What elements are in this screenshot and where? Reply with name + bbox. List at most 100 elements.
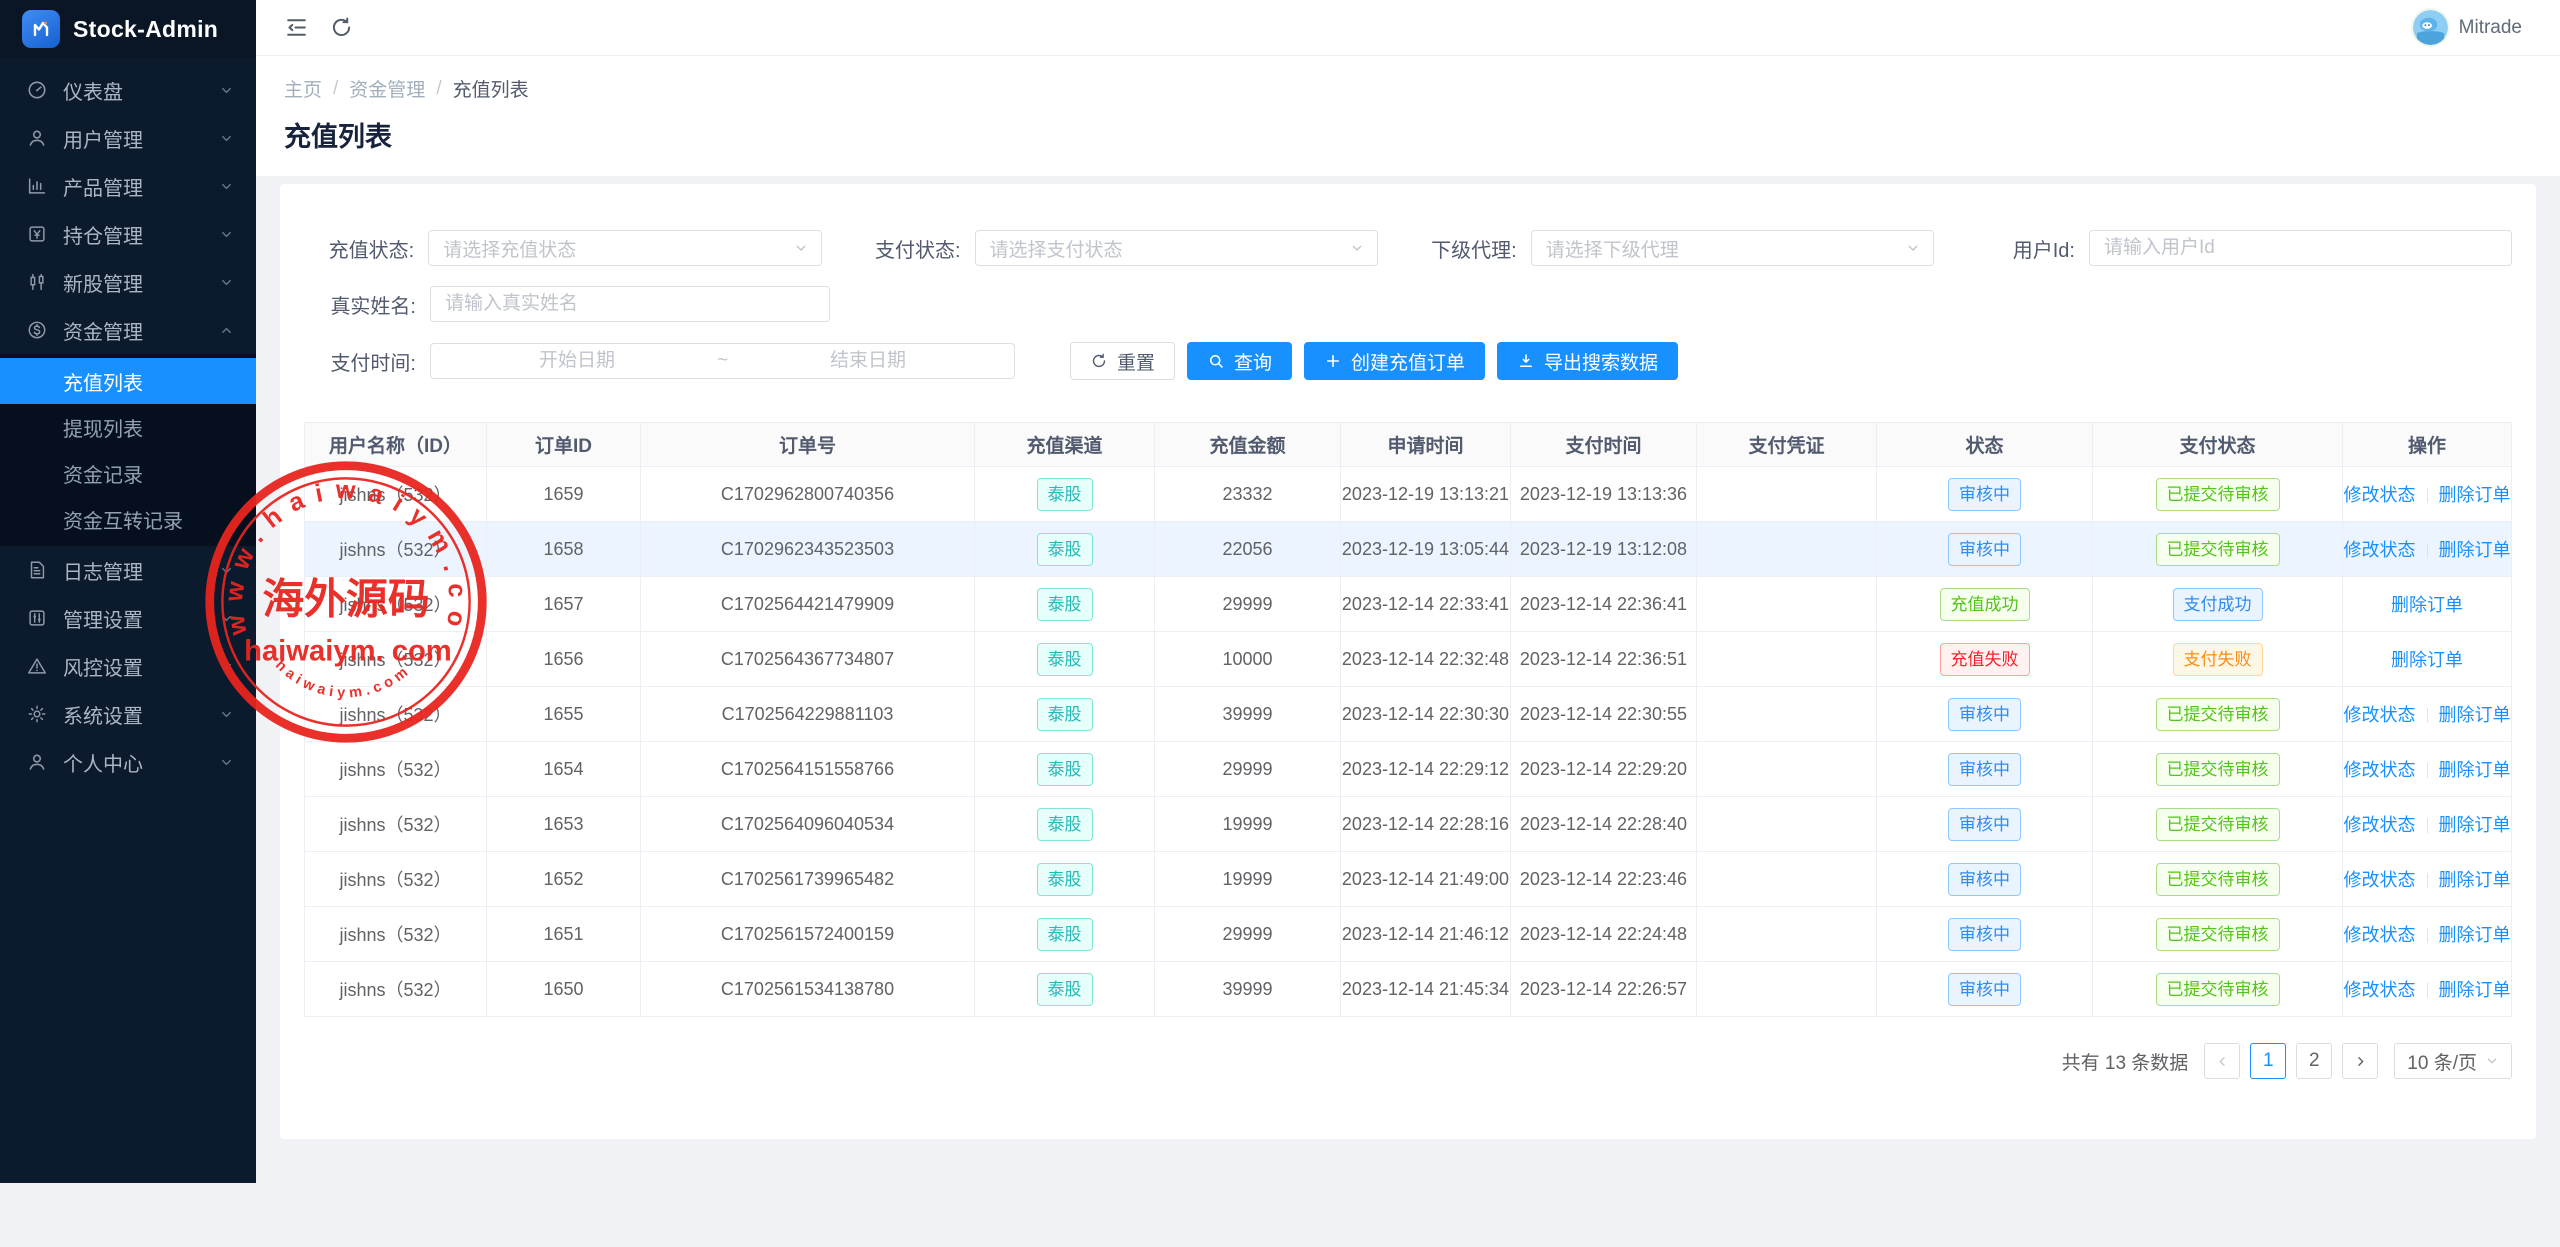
delete-order-link[interactable]: 删除订单 bbox=[2439, 705, 2511, 725]
cell-channel: 泰股 bbox=[975, 577, 1155, 632]
recharge-status-select[interactable]: 请选择充值状态 bbox=[428, 230, 822, 266]
pay-status-badge: 已提交待审核 bbox=[2156, 973, 2280, 1006]
cell-user: jishns（532） bbox=[305, 577, 487, 632]
channel-badge: 泰股 bbox=[1037, 808, 1093, 841]
agent-select[interactable]: 请选择下级代理 bbox=[1531, 230, 1935, 266]
modify-status-link[interactable]: 修改状态 bbox=[2344, 485, 2416, 505]
delete-order-link[interactable]: 删除订单 bbox=[2439, 925, 2511, 945]
cell-channel: 泰股 bbox=[975, 797, 1155, 852]
cell-channel: 泰股 bbox=[975, 742, 1155, 797]
filter-row-1: 充值状态: 请选择充值状态 支付状态: 请选择支付状态 下级代理: 请选择下级代… bbox=[304, 230, 2512, 266]
sidebar-subitem[interactable]: 资金记录 bbox=[0, 450, 256, 496]
sidebar-subitem[interactable]: 充值列表 bbox=[0, 358, 256, 404]
sidebar-item-user-management[interactable]: 用户管理 bbox=[0, 114, 256, 162]
pagination-prev-button[interactable] bbox=[2204, 1043, 2240, 1079]
delete-order-link[interactable]: 删除订单 bbox=[2391, 650, 2463, 670]
sidebar-item-risk-settings[interactable]: 风控设置 bbox=[0, 642, 256, 690]
cell-pay-status: 支付成功 bbox=[2093, 577, 2343, 632]
chevron-down-icon bbox=[219, 611, 234, 626]
sidebar-subitem[interactable]: 资金互转记录 bbox=[0, 496, 256, 542]
brand-name: Stock-Admin bbox=[73, 16, 218, 43]
delete-order-link[interactable]: 删除订单 bbox=[2439, 870, 2511, 890]
sidebar-item-personal-center[interactable]: 个人中心 bbox=[0, 738, 256, 786]
pagination-next-button[interactable] bbox=[2342, 1043, 2378, 1079]
user-menu[interactable]: Mitrade bbox=[2413, 10, 2522, 45]
app-root: Stock-Admin 仪表盘用户管理产品管理持仓管理新股管理资金管理充值列表提… bbox=[0, 0, 2560, 1183]
sidebar-item-dashboard[interactable]: 仪表盘 bbox=[0, 66, 256, 114]
delete-order-link[interactable]: 删除订单 bbox=[2391, 595, 2463, 615]
refresh-icon[interactable] bbox=[329, 15, 354, 40]
sidebar-item-system-settings[interactable]: 系统设置 bbox=[0, 690, 256, 738]
cell-status: 审核中 bbox=[1877, 907, 2093, 962]
cell-order-id: 1655 bbox=[487, 687, 641, 742]
search-button[interactable]: 查询 bbox=[1187, 342, 1292, 380]
modify-status-link[interactable]: 修改状态 bbox=[2344, 540, 2416, 560]
cell-apply-time: 2023-12-14 22:29:12 bbox=[1341, 742, 1511, 797]
status-badge: 审核中 bbox=[1948, 478, 2021, 511]
end-date-input[interactable] bbox=[736, 350, 1000, 372]
cell-voucher bbox=[1697, 467, 1877, 522]
sidebar-subitem[interactable]: 提现列表 bbox=[0, 404, 256, 450]
cell-voucher bbox=[1697, 742, 1877, 797]
modify-status-link[interactable]: 修改状态 bbox=[2344, 870, 2416, 890]
warning-triangle-icon bbox=[26, 655, 48, 677]
breadcrumb-item[interactable]: 主页 bbox=[284, 75, 322, 102]
pay-status-badge: 已提交待审核 bbox=[2156, 533, 2280, 566]
download-icon bbox=[1517, 352, 1535, 370]
cell-pay-status: 已提交待审核 bbox=[2093, 742, 2343, 797]
cell-pay-time: 2023-12-19 13:13:36 bbox=[1511, 467, 1697, 522]
chevron-down-icon bbox=[1905, 240, 1921, 256]
cell-pay-time: 2023-12-14 22:36:41 bbox=[1511, 577, 1697, 632]
delete-order-link[interactable]: 删除订单 bbox=[2439, 485, 2511, 505]
plus-icon bbox=[1324, 352, 1342, 370]
export-search-data-button[interactable]: 导出搜索数据 bbox=[1497, 342, 1678, 380]
modify-status-link[interactable]: 修改状态 bbox=[2344, 925, 2416, 945]
breadcrumb-item[interactable]: 资金管理 bbox=[349, 75, 425, 102]
modify-status-link[interactable]: 修改状态 bbox=[2344, 980, 2416, 1000]
sidebar-item-position-management[interactable]: 持仓管理 bbox=[0, 210, 256, 258]
breadcrumb-separator: / bbox=[436, 78, 441, 100]
modify-status-link[interactable]: 修改状态 bbox=[2344, 705, 2416, 725]
sidebar-item-product-management[interactable]: 产品管理 bbox=[0, 162, 256, 210]
cell-order-no: C1702561572400159 bbox=[641, 907, 975, 962]
real-name-input[interactable] bbox=[430, 286, 830, 322]
pay-status-select[interactable]: 请选择支付状态 bbox=[975, 230, 1379, 266]
modify-status-link[interactable]: 修改状态 bbox=[2344, 815, 2416, 835]
page-size-select[interactable]: 10 条/页 bbox=[2394, 1043, 2512, 1079]
collapse-sidebar-icon[interactable] bbox=[284, 15, 309, 40]
reset-button[interactable]: 重置 bbox=[1070, 342, 1175, 380]
cell-pay-time: 2023-12-14 22:24:48 bbox=[1511, 907, 1697, 962]
delete-order-link[interactable]: 删除订单 bbox=[2439, 760, 2511, 780]
cell-operations: 修改状态 删除订单 bbox=[2343, 522, 2512, 577]
filter-row-3: 支付时间: ~ 重置 查询 创建充值订单 bbox=[304, 342, 2512, 380]
sidebar-item-fund-management[interactable]: 资金管理 bbox=[0, 306, 256, 354]
chevron-down-icon bbox=[2485, 1054, 2499, 1068]
cell-amount: 29999 bbox=[1155, 577, 1341, 632]
start-date-input[interactable] bbox=[445, 350, 709, 372]
delete-order-link[interactable]: 删除订单 bbox=[2439, 980, 2511, 1000]
pagination-page-button[interactable]: 2 bbox=[2296, 1043, 2332, 1079]
column-header: 订单号 bbox=[641, 423, 975, 467]
modify-status-link[interactable]: 修改状态 bbox=[2344, 760, 2416, 780]
chevron-down-icon bbox=[219, 755, 234, 770]
sidebar-item-new-stock-management[interactable]: 新股管理 bbox=[0, 258, 256, 306]
user-id-input[interactable] bbox=[2089, 230, 2512, 266]
chevron-down-icon bbox=[793, 240, 809, 256]
cell-order-id: 1657 bbox=[487, 577, 641, 632]
sidebar-item-admin-settings[interactable]: 管理设置 bbox=[0, 594, 256, 642]
table-row: jishns（532）1651C1702561572400159泰股299992… bbox=[305, 907, 2512, 962]
sidebar-item-log-management[interactable]: 日志管理 bbox=[0, 546, 256, 594]
cell-channel: 泰股 bbox=[975, 962, 1155, 1017]
chevron-down-icon bbox=[219, 275, 234, 290]
filter-row-2: 真实姓名: bbox=[304, 286, 2512, 322]
create-recharge-order-button[interactable]: 创建充值订单 bbox=[1304, 342, 1485, 380]
delete-order-link[interactable]: 删除订单 bbox=[2439, 815, 2511, 835]
pagination-page-button[interactable]: 1 bbox=[2250, 1043, 2286, 1079]
pay-time-label: 支付时间: bbox=[304, 347, 416, 376]
cell-pay-status: 已提交待审核 bbox=[2093, 467, 2343, 522]
pay-time-range[interactable]: ~ bbox=[430, 343, 1015, 379]
pay-status-label: 支付状态: bbox=[862, 234, 960, 263]
delete-order-link[interactable]: 删除订单 bbox=[2439, 540, 2511, 560]
cell-pay-time: 2023-12-14 22:36:51 bbox=[1511, 632, 1697, 687]
cell-order-id: 1652 bbox=[487, 852, 641, 907]
